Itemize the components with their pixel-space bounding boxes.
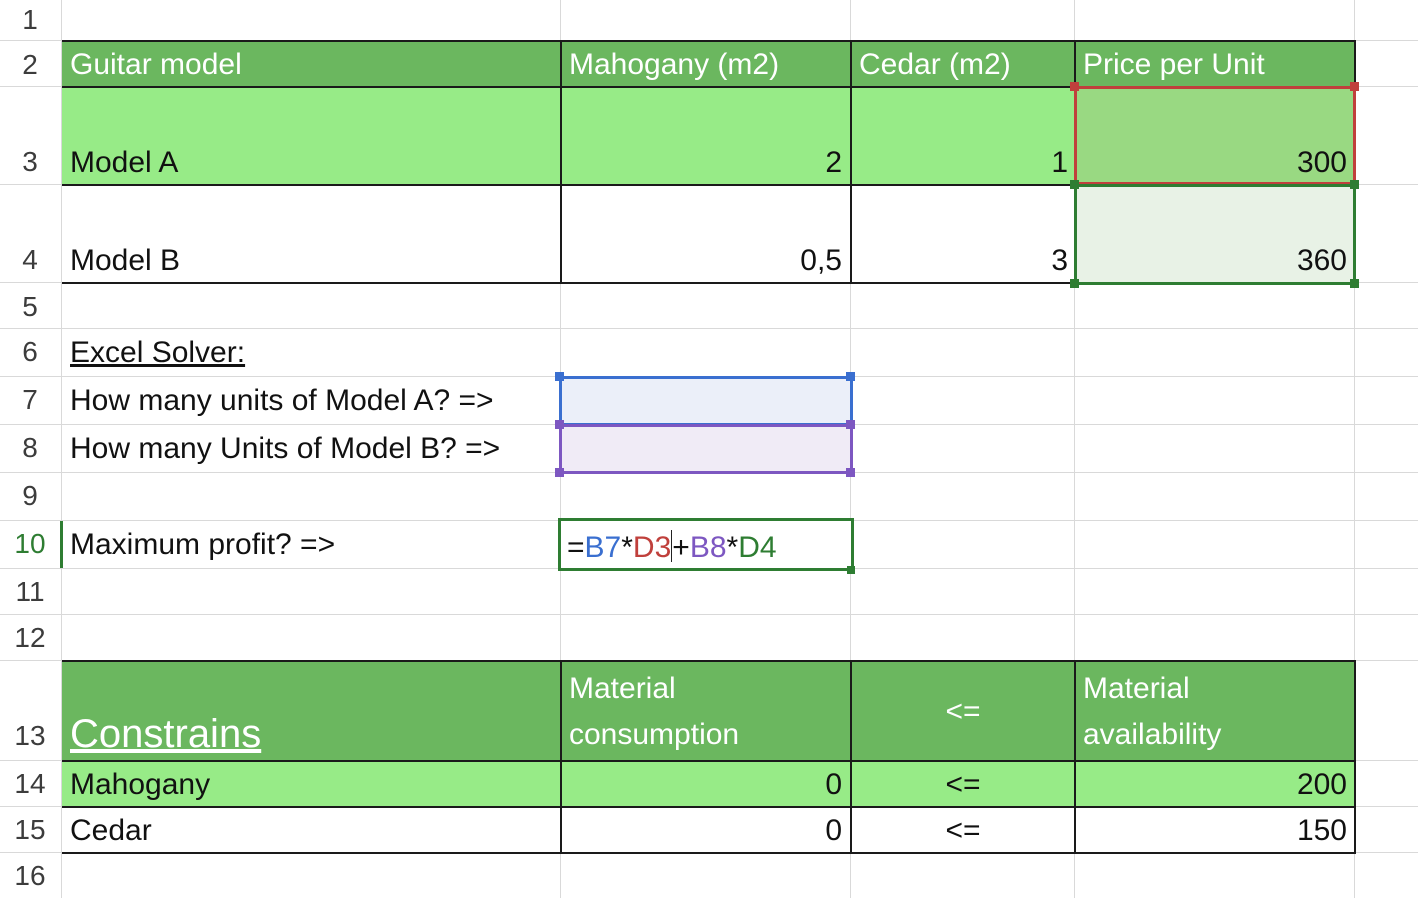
question-model-b[interactable]: How many Units of Model B? => — [70, 434, 500, 464]
formula-equals: = — [567, 531, 585, 564]
units-model-a-cell[interactable] — [559, 376, 853, 426]
formula-op: + — [672, 531, 690, 564]
ref-highlight-d3 — [1074, 86, 1356, 185]
constraint-mahogany-operator[interactable]: <= — [852, 770, 1074, 800]
row-number[interactable]: 1 — [0, 6, 60, 34]
constraint-mahogany-consumption[interactable]: 0 — [562, 770, 842, 800]
fill-handle[interactable] — [847, 566, 855, 574]
formula-op: * — [726, 531, 739, 564]
row-number[interactable]: 3 — [0, 148, 60, 176]
header-availability-line1[interactable]: Material — [1083, 674, 1190, 704]
model-b-cedar[interactable]: 3 — [852, 246, 1068, 276]
row-number[interactable]: 14 — [0, 770, 60, 798]
formula-ref-b7: B7 — [584, 531, 622, 564]
constraint-cedar-label[interactable]: Cedar — [70, 816, 152, 846]
row-number[interactable]: 16 — [0, 862, 60, 890]
formula-editor[interactable]: =B7*D3+B8*D4 — [567, 530, 777, 563]
row-number[interactable]: 2 — [0, 51, 60, 79]
ref-handle[interactable] — [1070, 180, 1079, 189]
row-number[interactable]: 12 — [0, 624, 60, 652]
header-consumption-line2[interactable]: consumption — [569, 720, 739, 750]
formula-ref-d4: D4 — [738, 531, 777, 564]
ref-handle[interactable] — [1350, 82, 1359, 91]
ref-handle[interactable] — [1350, 279, 1359, 288]
constraints-title[interactable]: Constrains — [70, 714, 261, 754]
question-model-a[interactable]: How many units of Model A? => — [70, 386, 494, 416]
model-a-name[interactable]: Model A — [70, 148, 178, 178]
row-number[interactable]: 5 — [0, 293, 60, 321]
formula-ref-d3: D3 — [632, 531, 672, 564]
active-row-indicator — [60, 521, 63, 568]
row-number[interactable]: 15 — [0, 816, 60, 844]
ref-handle[interactable] — [555, 468, 564, 477]
header-availability-line2[interactable]: availability — [1083, 720, 1221, 750]
ref-handle[interactable] — [1350, 180, 1359, 189]
row-number[interactable]: 7 — [0, 386, 60, 414]
model-a-cedar[interactable]: 1 — [852, 148, 1068, 178]
constraint-mahogany-availability[interactable]: 200 — [1076, 770, 1347, 800]
header-operator[interactable]: <= — [852, 697, 1074, 727]
ref-handle[interactable] — [846, 420, 855, 429]
constraint-cedar-consumption[interactable]: 0 — [562, 816, 842, 846]
row-number-active[interactable]: 10 — [0, 530, 60, 558]
max-profit-label[interactable]: Maximum profit? => — [70, 530, 335, 560]
formula-ref-b8: B8 — [689, 531, 727, 564]
header-consumption-line1[interactable]: Material — [569, 674, 676, 704]
header-guitar-model[interactable]: Guitar model — [70, 50, 242, 80]
header-price-per-unit[interactable]: Price per Unit — [1083, 50, 1265, 80]
model-b-mahogany[interactable]: 0,5 — [562, 246, 842, 276]
constraint-cedar-operator[interactable]: <= — [852, 816, 1074, 846]
ref-handle[interactable] — [555, 420, 564, 429]
ref-handle[interactable] — [846, 372, 855, 381]
row-number[interactable]: 6 — [0, 338, 60, 366]
row-number[interactable]: 11 — [0, 578, 60, 606]
row-number[interactable]: 13 — [0, 722, 60, 750]
model-b-name[interactable]: Model B — [70, 246, 180, 276]
constraint-mahogany-label[interactable]: Mahogany — [70, 770, 210, 800]
header-mahogany[interactable]: Mahogany (m2) — [569, 50, 779, 80]
ref-handle[interactable] — [555, 372, 564, 381]
constraint-cedar-availability[interactable]: 150 — [1076, 816, 1347, 846]
header-cedar[interactable]: Cedar (m2) — [859, 50, 1011, 80]
ref-highlight-d4 — [1074, 184, 1356, 285]
ref-handle[interactable] — [1070, 82, 1079, 91]
formula-op: * — [621, 531, 633, 564]
units-model-b-cell[interactable] — [559, 424, 853, 474]
row-number[interactable]: 4 — [0, 246, 60, 274]
ref-handle[interactable] — [1070, 279, 1079, 288]
model-a-mahogany[interactable]: 2 — [562, 148, 842, 178]
ref-handle[interactable] — [846, 468, 855, 477]
solver-title[interactable]: Excel Solver: — [70, 338, 245, 368]
row-number[interactable]: 8 — [0, 434, 60, 462]
row-number[interactable]: 9 — [0, 482, 60, 510]
